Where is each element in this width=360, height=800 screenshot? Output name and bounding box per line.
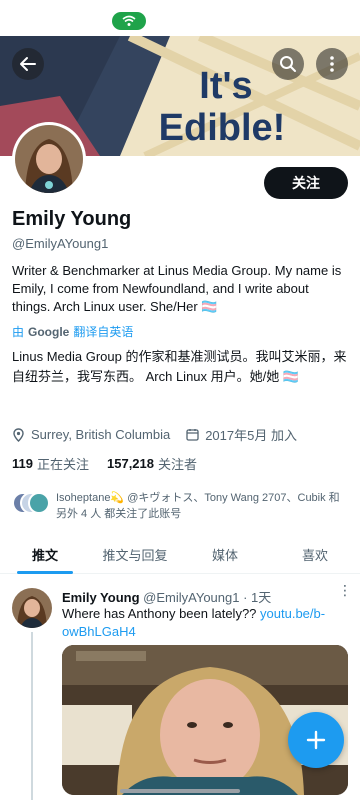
search-icon: [280, 56, 296, 72]
back-arrow-icon: [20, 57, 36, 71]
compose-tweet-button[interactable]: [288, 712, 344, 768]
avatar: [15, 125, 83, 193]
search-button[interactable]: [272, 48, 304, 80]
followers-count[interactable]: 157,218: [107, 456, 154, 471]
translate-label: 翻译自英语: [73, 325, 134, 339]
tab-posts[interactable]: 推文: [0, 536, 90, 574]
wifi-status-pill: [112, 12, 146, 30]
followed-by-text: Isoheptane💫 @キヴォトス、Tony Wang 2707、Cubik …: [56, 492, 340, 520]
banner-text-line2: Edible!: [159, 107, 286, 149]
more-vertical-icon: [330, 56, 334, 72]
plus-icon: [306, 730, 326, 750]
follow-button[interactable]: 关注: [264, 167, 348, 199]
followed-by-row[interactable]: Isoheptane💫 @キヴォトス、Tony Wang 2707、Cubik …: [12, 490, 348, 522]
more-options-button[interactable]: [316, 48, 348, 80]
translate-prefix: 由: [12, 325, 25, 339]
following-count[interactable]: 119: [12, 456, 33, 471]
back-button[interactable]: [12, 48, 44, 80]
profile-bio-translated: Linus Media Group 的作家和基准测试员。我叫艾米丽，来自纽芬兰，…: [12, 349, 347, 384]
avatar: [28, 492, 50, 514]
followers-label[interactable]: 关注者: [158, 454, 197, 473]
avatar[interactable]: [12, 588, 52, 628]
profile-joined: 2017年5月 加入: [205, 428, 297, 443]
home-indicator[interactable]: [120, 789, 240, 793]
wifi-icon: [122, 15, 136, 26]
follower-avatars: [12, 490, 50, 516]
tweet-header: Emily Young @EmilyAYoung1 · 1天: [62, 587, 271, 606]
thread-line: [31, 632, 33, 800]
follow-counts: 119 正在关注 157,218 关注者: [12, 454, 197, 473]
tab-media[interactable]: 媒体: [180, 536, 270, 573]
location-pin-icon: [13, 427, 24, 442]
status-bar: [0, 0, 360, 36]
profile-tabs: 推文 推文与回复 媒体 喜欢: [0, 536, 360, 574]
calendar-icon: [186, 429, 199, 441]
tab-posts-and-replies[interactable]: 推文与回复: [90, 536, 180, 573]
google-logo: Google: [28, 324, 70, 339]
tab-likes[interactable]: 喜欢: [270, 536, 360, 573]
tweet-more-button[interactable]: ⋮: [338, 582, 352, 599]
profile-location: Surrey, British Columbia: [31, 427, 171, 442]
tweet-body: Where has Anthony been lately??: [62, 606, 261, 621]
banner-text-line1: It's: [199, 65, 252, 107]
profile-name: Emily Young: [12, 208, 132, 230]
profile-meta: Surrey, British Columbia 2017年5月 加入: [12, 425, 297, 444]
profile-handle: @EmilyAYoung1: [12, 236, 109, 251]
profile-avatar[interactable]: [12, 122, 86, 196]
tweet-handle-time: @EmilyAYoung1 · 1天: [143, 590, 272, 605]
translation-attribution[interactable]: 由 Google 翻译自英语: [12, 323, 133, 340]
tweet-text: Where has Anthony been lately?? youtu.be…: [62, 605, 346, 641]
tweet-author-name[interactable]: Emily Young: [62, 590, 140, 605]
following-label[interactable]: 正在关注: [37, 454, 89, 473]
profile-bio: Writer & Benchmarker at Linus Media Grou…: [12, 263, 342, 314]
